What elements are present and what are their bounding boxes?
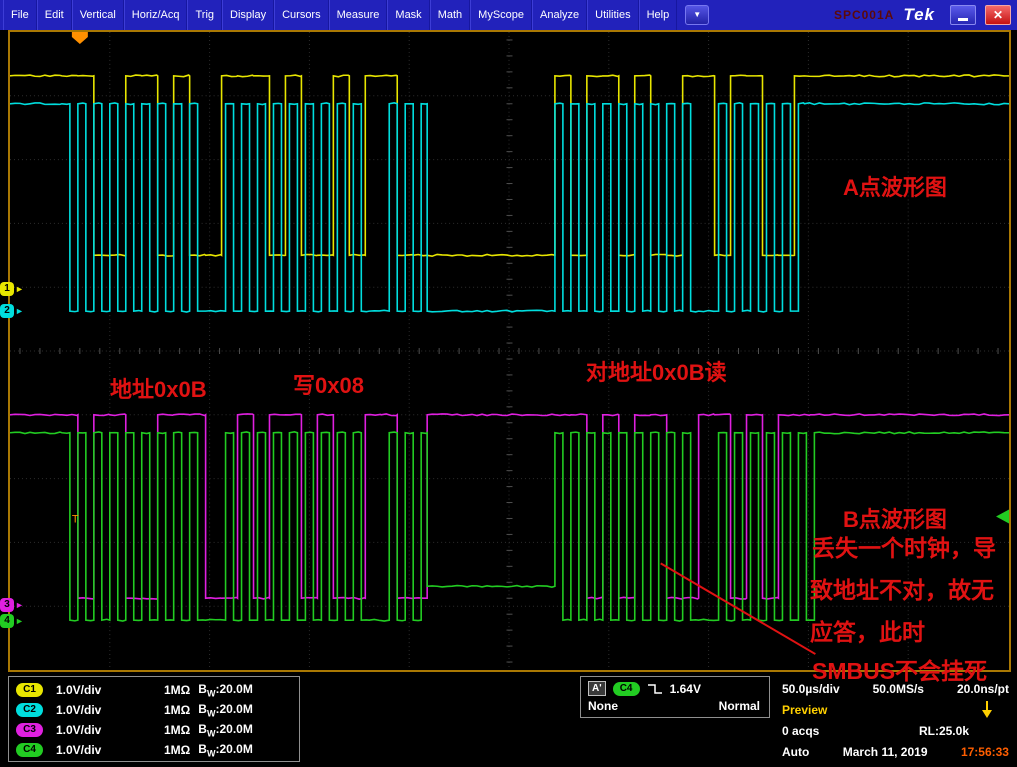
channel-scale-value: 1.0V/div	[56, 703, 102, 717]
annotation-address: 地址0x0B	[110, 377, 207, 402]
oscilloscope-screen: File Edit Vertical Horiz/Acq Trig Display Curs…	[0, 0, 1017, 767]
channel-readout-row-c3[interactable]: C3 1.0V/div 1MΩ BW:20.0M	[16, 720, 299, 740]
time-value: 17:56:33	[960, 744, 1009, 759]
channel-bandwidth-value: BW:20.0M	[198, 721, 253, 739]
channel-number-badge: 3	[0, 598, 14, 612]
menu-item-file[interactable]: File	[3, 0, 37, 30]
channel-bandwidth-value: BW:20.0M	[198, 681, 253, 699]
channel-badge-c3[interactable]: C3	[16, 723, 43, 737]
trigger-a-badge: A'	[588, 681, 606, 696]
preview-row: Preview	[782, 699, 1009, 720]
trigger-mode-row: None Normal	[588, 699, 760, 713]
minimize-icon	[958, 18, 968, 21]
channel-badge-c1[interactable]: C1	[16, 683, 43, 697]
menu-item-utilities[interactable]: Utilities	[587, 0, 639, 30]
menu-item-analyze[interactable]: Analyze	[532, 0, 588, 30]
annotation-note-line3: 应答，此时	[810, 619, 925, 645]
channel-impedance-value: 1MΩ	[164, 683, 191, 697]
minimize-button[interactable]	[950, 5, 976, 25]
yellow-down-arrow-icon	[981, 700, 993, 719]
channel-impedance-value: 1MΩ	[164, 743, 191, 757]
trigger-mode-normal: Normal	[718, 699, 760, 713]
horizontal-readout: 50.0µs/div 50.0MS/s 20.0ns/pt Preview 0 …	[782, 678, 1009, 762]
channel-position-marker-1[interactable]: 1 ►	[0, 282, 24, 296]
trigger-source-badge: C4	[612, 681, 640, 696]
acquisition-row: 0 acqs RL:25.0k	[782, 720, 1009, 741]
channel-position-marker-4[interactable]: 4 ►	[0, 614, 24, 628]
annotation-a-waveform: A点波形图	[843, 175, 947, 200]
menu-items: File Edit Vertical Horiz/Acq Trig Display Curs…	[3, 0, 678, 30]
date-value: March 11, 2019	[842, 744, 928, 759]
annotation-note-line4: SMBUS不会挂死	[812, 658, 988, 684]
preview-label: Preview	[782, 702, 828, 717]
annotation-note-line2: 致地址不对，故无	[810, 577, 994, 603]
channel-badge-c2[interactable]: C2	[16, 703, 43, 717]
acquisitions-count: 0 acqs	[782, 723, 820, 738]
menu-item-cursors[interactable]: Cursors	[274, 0, 329, 30]
annotation-read: 对地址0x0B读	[586, 360, 727, 385]
menu-item-horiz-acq[interactable]: Horiz/Acq	[123, 0, 188, 30]
channel-number-badge: 2	[0, 304, 14, 318]
channel-impedance-value: 1MΩ	[164, 703, 191, 717]
watermark-text: SPC001A	[833, 8, 895, 22]
annotation-write: 写0x08	[293, 373, 364, 398]
menu-item-math[interactable]: Math	[429, 0, 471, 30]
trigger-level-value: 1.64V	[669, 681, 701, 696]
acquisition-mode: Auto	[782, 744, 810, 759]
channel-scale-value: 1.0V/div	[56, 723, 102, 737]
menu-item-help[interactable]: Help	[638, 0, 678, 30]
trigger-mode-none: None	[588, 699, 618, 713]
menu-item-display[interactable]: Display	[222, 0, 275, 30]
channel-marker-arrow-icon: ►	[15, 284, 24, 294]
channel-marker-arrow-icon: ►	[15, 600, 24, 610]
menu-right-cluster: SPC001A Tek ✕	[834, 5, 1017, 25]
channel-scale-value: 1.0V/div	[56, 743, 102, 757]
trigger-readout-box[interactable]: A' C4 1.64V None Normal	[580, 676, 770, 718]
channel-position-marker-3[interactable]: 3 ►	[0, 598, 24, 612]
falling-edge-icon	[647, 683, 662, 694]
annotation-note-line1: 丢失一个时钟，导	[812, 535, 996, 561]
channel-number-badge: 1	[0, 282, 14, 296]
channel-readout-row-c1[interactable]: C1 1.0V/div 1MΩ BW:20.0M	[16, 680, 299, 700]
menu-item-mask[interactable]: Mask	[387, 0, 430, 30]
channel-readout-box: C1 1.0V/div 1MΩ BW:20.0M C2 1.0V/div 1MΩ BW:20.…	[8, 676, 300, 762]
tek-logo: Tek	[903, 5, 935, 24]
channel-marker-arrow-icon: ►	[15, 306, 24, 316]
channel-bandwidth-value: BW:20.0M	[198, 741, 253, 759]
channel-readout-row-c2[interactable]: C2 1.0V/div 1MΩ BW:20.0M	[16, 700, 299, 720]
record-length-value: RL:25.0k	[918, 723, 969, 738]
channel-position-marker-2[interactable]: 2 ►	[0, 304, 24, 318]
channel-marker-arrow-icon: ►	[15, 616, 24, 626]
channel-readout-row-c4[interactable]: C4 1.0V/div 1MΩ BW:20.0M	[16, 740, 299, 760]
menu-dropdown-button[interactable]: ▼	[685, 5, 710, 25]
menu-item-edit[interactable]: Edit	[36, 0, 72, 30]
waveform-ch1-smbdat-a	[10, 74, 1009, 258]
menu-item-trig[interactable]: Trig	[187, 0, 223, 30]
channel-number-badge: 4	[0, 614, 14, 628]
channel-bandwidth-value: BW:20.0M	[198, 701, 253, 719]
chevron-down-icon: ▼	[693, 10, 702, 19]
mode-date-row: Auto March 11, 2019 17:56:33	[782, 741, 1009, 762]
channel-scale-value: 1.0V/div	[56, 683, 102, 697]
menu-bar: File Edit Vertical Horiz/Acq Trig Display Curs…	[0, 0, 1017, 30]
menu-item-measure[interactable]: Measure	[328, 0, 388, 30]
trigger-summary-row: A' C4 1.64V	[588, 681, 760, 696]
channel-impedance-value: 1MΩ	[164, 723, 191, 737]
menu-item-myscope[interactable]: MyScope	[470, 0, 533, 30]
channel-badge-c4[interactable]: C4	[16, 743, 43, 757]
close-button[interactable]: ✕	[985, 5, 1011, 25]
status-bar: C1 1.0V/div 1MΩ BW:20.0M C2 1.0V/div 1MΩ BW:20.…	[0, 672, 1017, 767]
menu-item-vertical[interactable]: Vertical	[71, 0, 124, 30]
